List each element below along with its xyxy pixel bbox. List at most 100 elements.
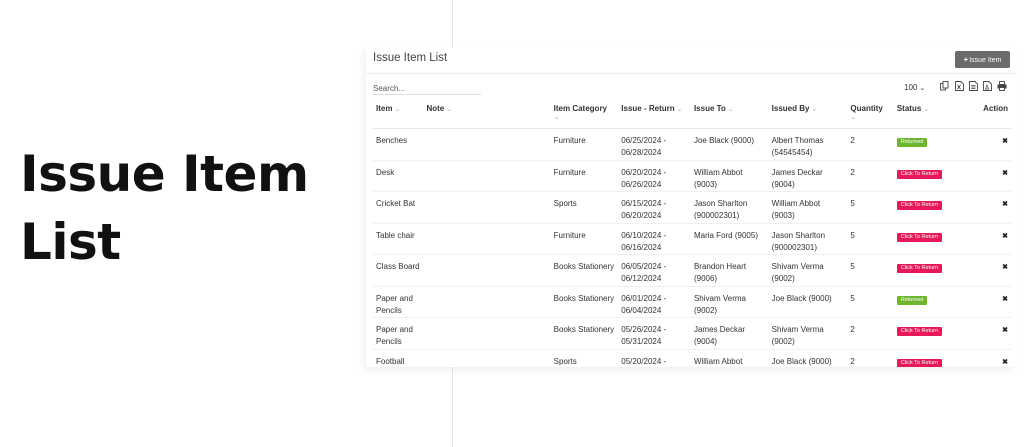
column-header-issue-return[interactable]: Issue - Return ⌄	[618, 102, 691, 129]
close-icon[interactable]: ✖	[1002, 359, 1008, 366]
cell-note	[423, 286, 551, 318]
cell-note	[423, 349, 551, 367]
panel-header: Issue Item List +Issue Item	[366, 47, 1016, 74]
cell-status: Click To Return	[893, 317, 980, 350]
cell-item: Football	[373, 349, 424, 367]
page-size-select[interactable]: 100 ⌄	[904, 83, 925, 92]
cell-issue-return: 05/20/2024 - 05/26/2024	[618, 349, 691, 367]
cell-item: Cricket Bat	[373, 191, 424, 224]
cell-issue-to: James Deckar (9004)	[690, 317, 769, 350]
hero-title: Issue Item List	[20, 140, 340, 276]
cell-issue-return: 05/26/2024 - 05/31/2024	[618, 317, 691, 350]
cell-quantity: 5	[847, 223, 894, 255]
pdf-icon[interactable]	[983, 81, 992, 91]
cell-quantity: 2	[847, 128, 894, 161]
cell-issued-by: Shivam Verma (9002)	[768, 254, 848, 287]
cell-item: Class Board	[373, 254, 424, 287]
cell-quantity: 2	[847, 317, 894, 350]
close-icon[interactable]: ✖	[1002, 170, 1008, 177]
close-icon[interactable]: ✖	[1002, 327, 1008, 334]
issue-item-table: Item ⌄ Note ⌄ Item Category ⌄ Issue - Retur…	[373, 102, 1011, 367]
cell-issued-by: James Deckar (9004)	[768, 160, 848, 192]
sort-icon: ⌄	[394, 106, 401, 113]
print-icon[interactable]	[997, 81, 1007, 91]
cell-item-category: Furniture	[550, 128, 619, 161]
cell-action: ✖	[979, 160, 1011, 192]
table-header-row: Item ⌄ Note ⌄ Item Category ⌄ Issue - Retur…	[373, 102, 1011, 129]
cell-action: ✖	[979, 317, 1011, 350]
cell-issue-return: 06/01/2024 - 06/04/2024	[618, 286, 691, 318]
excel-icon[interactable]	[955, 81, 964, 91]
column-header-quantity[interactable]: Quantity ⌄	[847, 102, 894, 129]
table-row: Paper and Pencils Books Stationery 05/26/2…	[373, 317, 1011, 350]
cell-issue-return: 06/15/2024 - 06/20/2024	[618, 191, 691, 224]
cell-item: Paper and Pencils	[373, 317, 424, 350]
cell-item-category: Books Stationery	[550, 286, 619, 318]
sort-icon: ⌄	[727, 106, 734, 113]
column-header-issued-by[interactable]: Issued By ⌄	[768, 102, 848, 129]
sort-icon: ⌄	[553, 114, 560, 121]
click-to-return-button[interactable]: Click To Return	[896, 169, 943, 179]
close-icon[interactable]: ✖	[1002, 233, 1008, 240]
cell-issued-by: Jason Sharlton (900002301)	[768, 223, 848, 255]
plus-icon: +	[963, 55, 969, 64]
cell-action: ✖	[979, 191, 1011, 224]
column-header-item[interactable]: Item ⌄	[373, 102, 424, 129]
hero-title-line-2: List	[20, 213, 121, 271]
cell-item-category: Sports	[550, 349, 619, 367]
close-icon[interactable]: ✖	[1002, 201, 1008, 208]
cell-note	[423, 254, 551, 287]
csv-icon[interactable]	[969, 81, 978, 91]
close-icon[interactable]: ✖	[1002, 296, 1008, 303]
cell-status: Click To Return	[893, 191, 980, 224]
click-to-return-button[interactable]: Click To Return	[896, 264, 943, 273]
close-icon[interactable]: ✖	[1002, 138, 1008, 145]
click-to-return-button[interactable]: Click To Return	[896, 327, 943, 336]
cell-issue-return: 06/20/2024 - 06/26/2024	[618, 160, 691, 192]
cell-action: ✖	[979, 223, 1011, 255]
status-badge-returned: Returned	[896, 295, 928, 305]
issue-item-panel: Issue Item List +Issue Item 100⌄ Item⌄ N…	[366, 47, 1016, 367]
table-row: Football Sports05/20/2024 - 05/26/2024Wil…	[373, 349, 1011, 367]
cell-note	[423, 128, 551, 161]
cell-action: ✖	[979, 349, 1011, 367]
click-to-return-button[interactable]: Click To Return	[896, 201, 943, 210]
cell-status: Click To Return	[893, 349, 980, 367]
table-row: Benches Furniture 06/25/2024 - 06/28/2024 J…	[373, 128, 1011, 161]
sort-icon: ⌄	[923, 106, 930, 113]
cell-issue-to: Joe Black (9000)	[690, 128, 769, 161]
column-header-status[interactable]: Status ⌄	[893, 102, 980, 129]
cell-issue-to: Shivam Verma (9002)	[690, 286, 769, 318]
column-header-note[interactable]: Note ⌄	[423, 102, 551, 129]
click-to-return-button[interactable]: Click To Return	[896, 358, 943, 367]
cell-item-category: Books Stationery	[550, 254, 619, 287]
column-header-item-category[interactable]: Item Category ⌄	[550, 102, 619, 129]
close-icon[interactable]: ✖	[1002, 264, 1008, 271]
page-size-value: 100	[904, 83, 918, 92]
search-input[interactable]	[373, 82, 481, 95]
cell-quantity: 5	[847, 191, 894, 224]
cell-issue-to: Brandon Heart (9006)	[690, 254, 769, 287]
cell-item: Paper and Pencils	[373, 286, 424, 318]
table-row: Paper and Pencils Books Stationery 06/01/2…	[373, 286, 1011, 318]
hero-title-line-1: Issue Item	[20, 145, 309, 203]
cell-action: ✖	[979, 254, 1011, 287]
cell-item: Benches	[373, 128, 424, 161]
cell-issued-by: Shivam Verma (9002)	[768, 317, 848, 350]
cell-issue-return: 06/25/2024 - 06/28/2024	[618, 128, 691, 161]
table-body: Benches Furniture 06/25/2024 - 06/28/2024 J…	[373, 128, 1011, 367]
sort-icon: ⌄	[446, 106, 453, 113]
cell-note	[423, 223, 551, 255]
cell-note	[423, 160, 551, 192]
cell-status: Click To Return	[893, 254, 980, 287]
column-header-issue-to[interactable]: Issue To ⌄	[690, 102, 769, 129]
cell-issued-by: Albert Thomas (54545454)	[768, 128, 848, 161]
cell-issue-return: 06/05/2024 - 06/12/2024	[618, 254, 691, 287]
cell-item-category: Furniture	[550, 160, 619, 192]
table-row: Table chair Furniture 06/10/2024 - 06/16/2…	[373, 223, 1011, 255]
issue-item-button[interactable]: +Issue Item	[955, 51, 1010, 68]
copy-icon[interactable]	[940, 81, 949, 91]
cell-quantity: 5	[847, 286, 894, 318]
click-to-return-button[interactable]: Click To Return	[896, 232, 943, 242]
cell-quantity: 5	[847, 254, 894, 287]
